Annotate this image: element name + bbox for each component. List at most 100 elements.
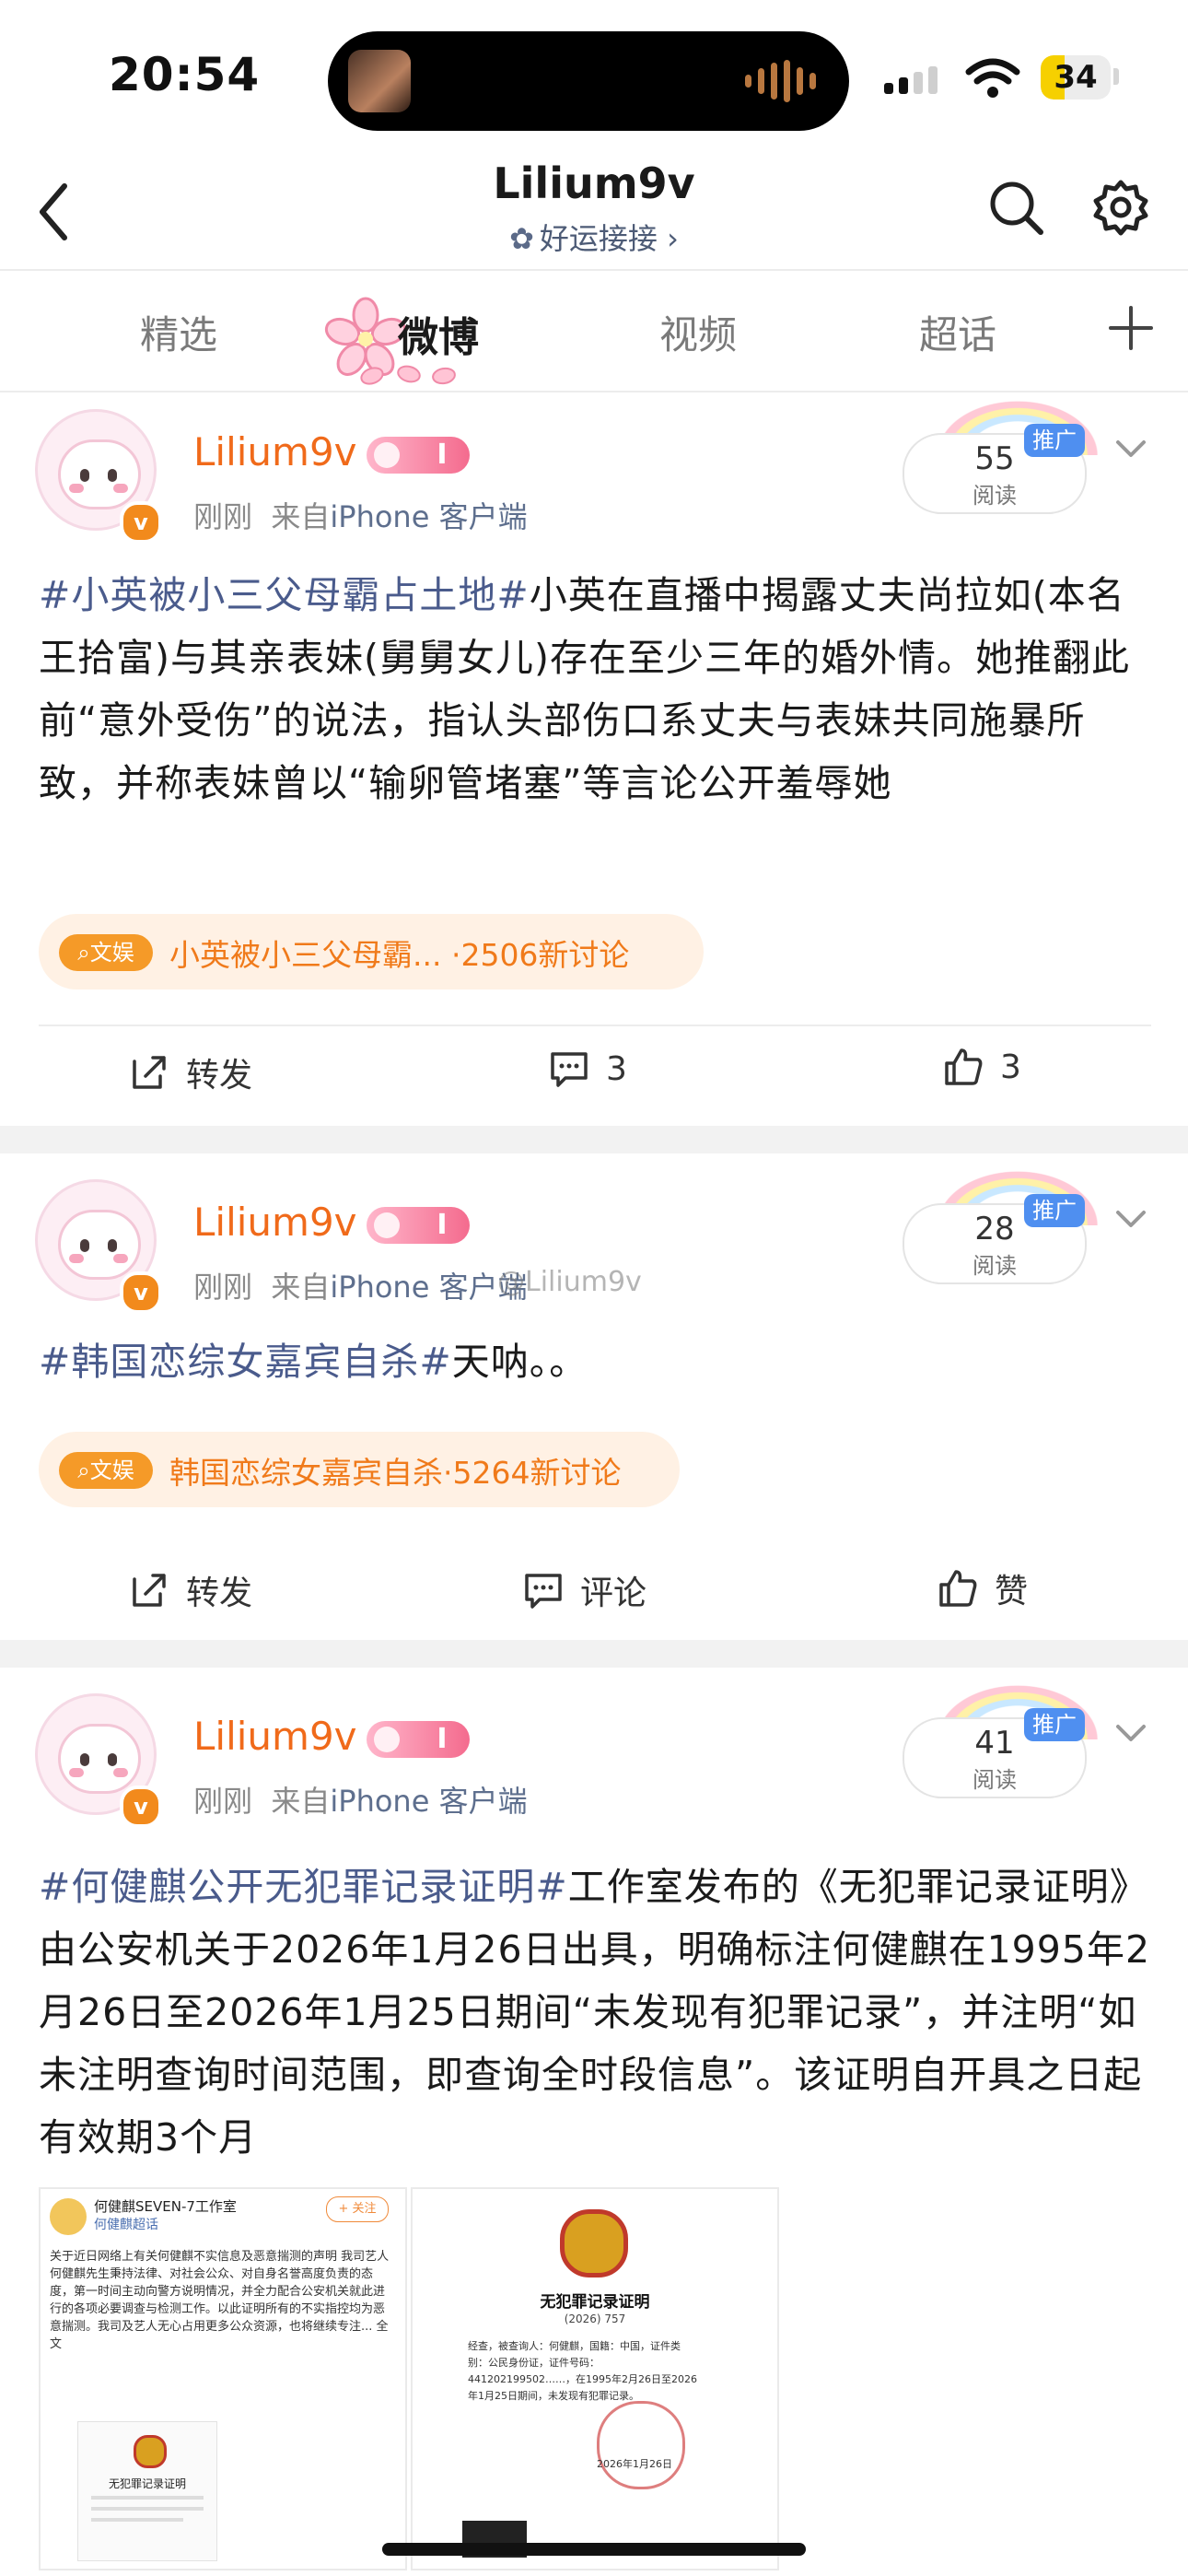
studio-supertopic: 何健麒超话 xyxy=(94,2218,158,2232)
post-body: 工作室发布的《无犯罪记录证明》由公安机关于2026年1月26日出具，明确标注何健… xyxy=(39,1865,1151,2160)
promoted-badge: 推广 xyxy=(1024,1708,1085,1741)
post-separator xyxy=(0,1640,1188,1668)
hashtag-link[interactable]: #韩国恋综女嘉宾自杀# xyxy=(39,1340,452,1384)
post-image[interactable]: 无犯罪记录证明 (2026) 757 经查，被查询人：何健麒，国籍：中国，证件类… xyxy=(411,2187,779,2570)
topic-text: 韩国恋综女嘉宾自杀·5264新讨论 xyxy=(169,1455,622,1491)
now-playing-artwork xyxy=(348,50,411,112)
rank-value: I xyxy=(437,1209,448,1241)
post-card[interactable]: v Lilium9v I 刚刚 来自iPhone 客户端 41 阅读 推广 #何… xyxy=(0,1668,1188,2576)
post-source: iPhone 客户端 xyxy=(330,499,528,534)
like-button[interactable]: 3 xyxy=(943,1047,1021,1087)
user-rank-badge: I xyxy=(367,1721,470,1758)
like-button[interactable]: 赞 xyxy=(938,1564,1028,1612)
rank-value: I xyxy=(437,439,448,471)
image-watermark: @Lilium9v xyxy=(497,1266,642,1298)
repost-button[interactable]: 转发 xyxy=(129,1566,252,1614)
certificate-title: 无犯罪记录证明 xyxy=(108,2477,186,2490)
cellular-signal-icon xyxy=(884,66,938,94)
post-separator xyxy=(0,1126,1188,1153)
header-divider xyxy=(0,269,1188,271)
post-time: 刚刚 xyxy=(193,1270,253,1305)
comment-button[interactable]: 评论 xyxy=(523,1566,646,1614)
chevron-down-icon[interactable] xyxy=(1112,435,1149,463)
dynamic-island[interactable] xyxy=(328,31,849,131)
verified-badge-icon: v xyxy=(120,501,162,544)
settings-gear-icon[interactable] xyxy=(1089,175,1153,240)
certificate-preview: 无犯罪记录证明 xyxy=(77,2421,217,2561)
add-tab-plus-icon[interactable] xyxy=(1103,300,1159,356)
tab-weibo[interactable]: 微博 xyxy=(398,304,479,363)
hashtag-link[interactable]: #小英被小三父母霸占土地# xyxy=(39,573,530,617)
lucky-link-label: 好运接接 › xyxy=(539,221,679,256)
username[interactable]: Lilium9v xyxy=(193,1714,357,1759)
post-card[interactable]: v Lilium9v I 刚刚 来自iPhone 客户端 @Lilium9v 2… xyxy=(0,1153,1188,1640)
official-seal-stamp xyxy=(597,2401,685,2489)
comment-count: 3 xyxy=(606,1049,627,1088)
post-card[interactable]: v Lilium9v I 刚刚 来自iPhone 客户端 55 阅读 推广 #小… xyxy=(0,392,1188,1126)
repost-icon xyxy=(133,1574,166,1607)
topic-card[interactable]: ⌕文娱 小英被小三父母霸... ·2506新讨论 xyxy=(39,914,704,989)
thumbs-up-icon xyxy=(939,1570,977,1607)
studio-account-name: 何健麒SEVEN-7工作室 xyxy=(94,2198,237,2215)
comment-icon xyxy=(525,1574,562,1609)
hashtag-link[interactable]: #何健麒公开无犯罪记录证明# xyxy=(39,1865,568,1909)
post-text: #何健麒公开无犯罪记录证明#工作室发布的《无犯罪记录证明》由公安机关于2026年… xyxy=(39,1856,1151,2169)
chevron-down-icon[interactable] xyxy=(1112,1719,1149,1747)
battery-icon: 34 xyxy=(1041,55,1111,100)
post-source: iPhone 客户端 xyxy=(330,1784,528,1819)
username[interactable]: Lilium9v xyxy=(193,1200,357,1245)
battery-percent: 34 xyxy=(1054,59,1098,96)
tab-video[interactable]: 视频 xyxy=(659,304,737,360)
promoted-badge: 推广 xyxy=(1024,424,1085,457)
post-body: 天呐。。 xyxy=(451,1340,588,1384)
read-label: 阅读 xyxy=(973,1767,1017,1793)
studio-avatar xyxy=(50,2198,87,2235)
wifi-icon xyxy=(965,58,1020,98)
user-rank-badge: I xyxy=(367,1207,470,1244)
rank-value: I xyxy=(437,1723,448,1755)
post-time: 刚刚 xyxy=(193,499,253,534)
comment-icon xyxy=(551,1052,588,1087)
post-time: 刚刚 xyxy=(193,1784,253,1819)
verified-badge-icon: v xyxy=(120,1271,162,1314)
topic-text: 小英被小三父母霸... ·2506新讨论 xyxy=(169,937,630,973)
comment-label: 评论 xyxy=(580,1575,647,1612)
like-count: 3 xyxy=(1000,1048,1021,1086)
police-emblem-icon xyxy=(560,2209,628,2277)
tab-supertopic[interactable]: 超话 xyxy=(919,304,996,360)
user-rank-badge: I xyxy=(367,437,470,474)
topic-category-badge: ⌕文娱 xyxy=(59,934,153,971)
tab-featured[interactable]: 精选 xyxy=(140,304,217,360)
post-meta: 刚刚 来自iPhone 客户端 xyxy=(193,1778,528,1821)
topic-card[interactable]: ⌕文娱 韩国恋综女嘉宾自杀·5264新讨论 xyxy=(39,1432,680,1507)
like-label: 赞 xyxy=(995,1573,1029,1610)
chevron-down-icon[interactable] xyxy=(1112,1205,1149,1233)
topic-badge-label: 文娱 xyxy=(89,940,134,966)
repost-label: 转发 xyxy=(186,1575,253,1612)
thumbs-up-icon xyxy=(945,1048,983,1085)
repost-label: 转发 xyxy=(186,1057,253,1095)
post-meta: 刚刚 来自iPhone 客户端 xyxy=(193,1264,528,1306)
tab-active-petals-icon xyxy=(360,365,456,385)
read-label: 阅读 xyxy=(973,1253,1017,1279)
post-text: #韩国恋综女嘉宾自杀#天呐。。 xyxy=(39,1330,1151,1393)
certificate-title: 无犯罪记录证明 xyxy=(540,2293,650,2312)
promoted-badge: 推广 xyxy=(1024,1194,1085,1227)
search-icon[interactable] xyxy=(984,175,1048,240)
certificate-date: 2026年1月26日 xyxy=(597,2458,672,2470)
post-meta: 刚刚 来自iPhone 客户端 xyxy=(193,494,528,536)
certificate-number: (2026) 757 xyxy=(564,2313,626,2325)
post-image[interactable]: 何健麒SEVEN-7工作室 何健麒超话 + 关注 关于近日网络上有关何健麒不实信… xyxy=(39,2187,407,2570)
repost-button[interactable]: 转发 xyxy=(129,1048,252,1096)
repost-icon xyxy=(133,1056,166,1089)
comment-button[interactable]: 3 xyxy=(549,1048,627,1089)
certificate-body: 经查，被查询人：何健麒，国籍：中国，证件类别：公民身份证，证件号码：441202… xyxy=(468,2340,697,2402)
topic-badge-label: 文娱 xyxy=(89,1458,134,1483)
source-prefix: 来自 xyxy=(271,1784,331,1819)
username[interactable]: Lilium9v xyxy=(193,429,357,474)
source-prefix: 来自 xyxy=(271,1270,331,1305)
verified-badge-icon: v xyxy=(120,1786,162,1828)
action-divider xyxy=(39,1025,1151,1026)
topic-category-badge: ⌕文娱 xyxy=(59,1452,153,1489)
home-indicator[interactable] xyxy=(382,2543,806,2556)
